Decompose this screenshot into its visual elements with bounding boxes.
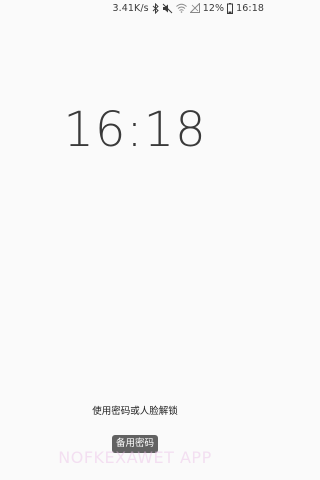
unlock-hint: 使用密码或人脸解锁 [92, 406, 178, 417]
battery-percent: 12% [202, 2, 225, 14]
watermark-text: NOFKEXAWET APP [58, 448, 212, 467]
signal-icon [189, 2, 200, 14]
bluetooth-icon [152, 2, 159, 14]
battery-icon [227, 2, 234, 14]
lock-screen-clock: 16:18 [63, 102, 207, 158]
mute-icon [162, 2, 173, 14]
status-bar: 3.41K/s 12% 16:18 [0, 0, 270, 16]
status-time: 16:18 [236, 2, 264, 14]
network-speed: 3.41K/s [112, 2, 149, 14]
wifi-icon [175, 2, 187, 14]
